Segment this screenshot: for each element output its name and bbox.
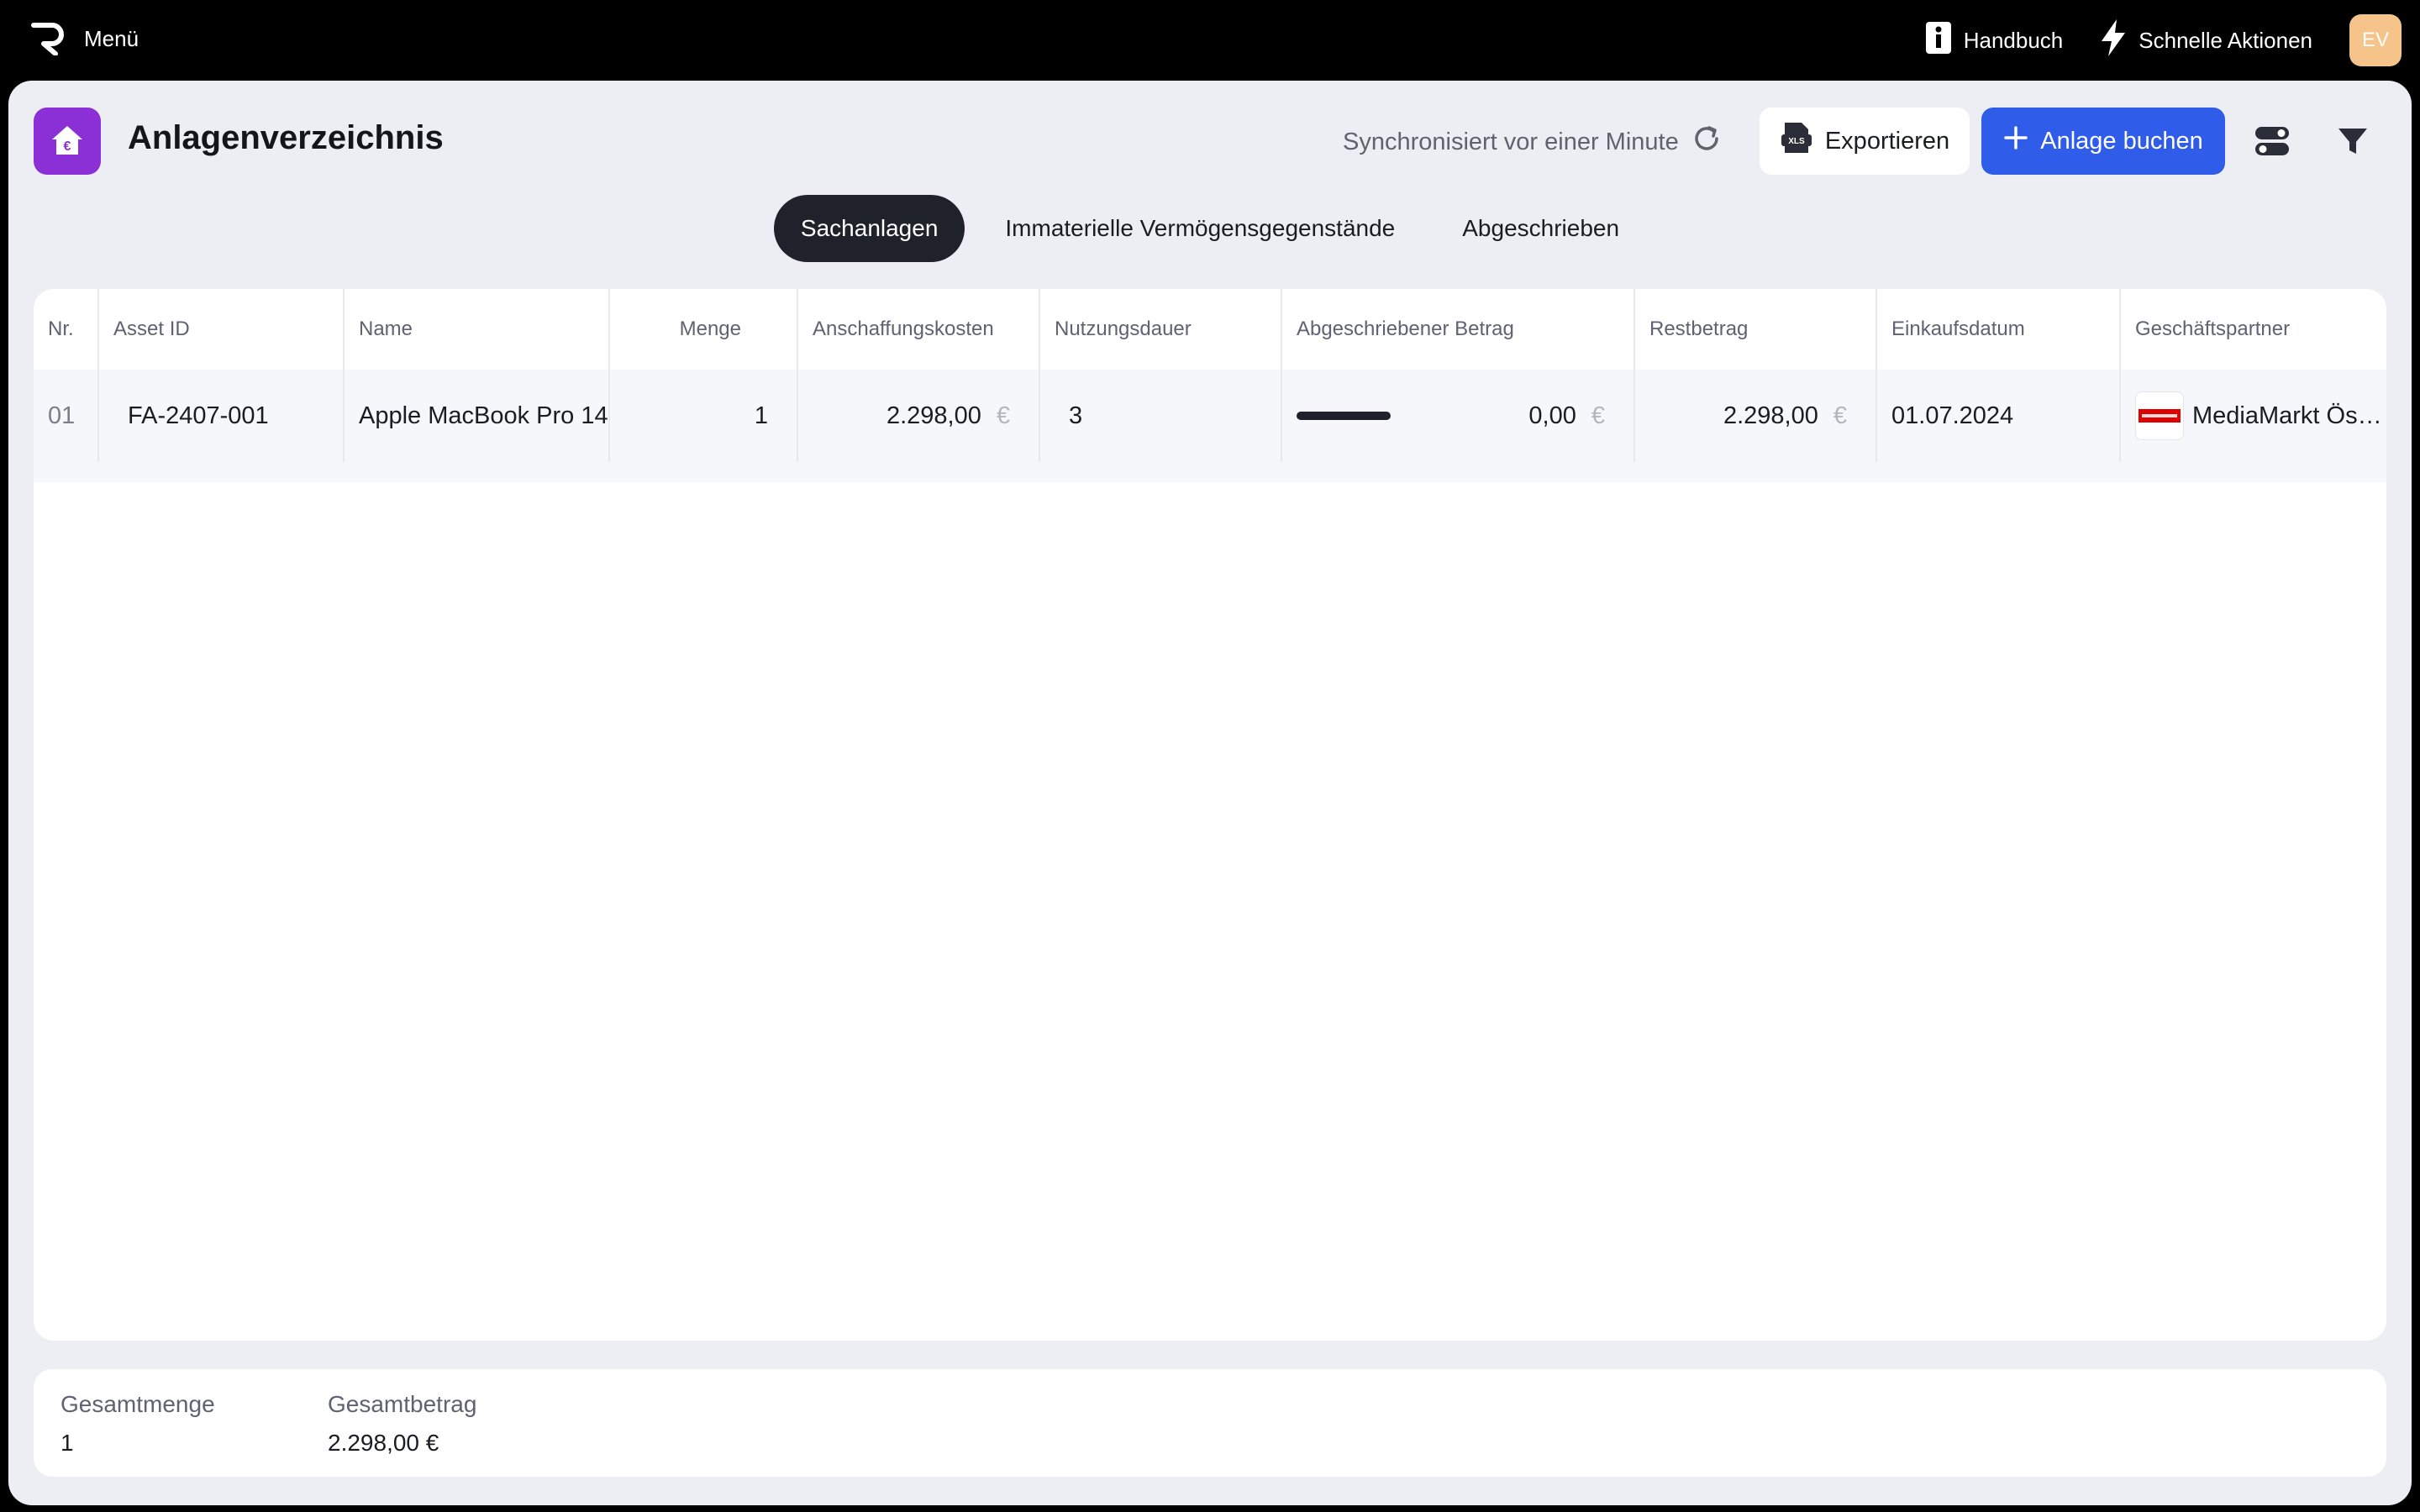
svg-text:€: € <box>64 139 71 154</box>
column-header[interactable]: Geschäftspartner <box>2121 289 2386 370</box>
funnel-icon[interactable] <box>2326 114 2380 168</box>
toggle-icon[interactable] <box>2245 114 2299 168</box>
plus-icon <box>2003 125 2028 157</box>
column-header[interactable]: Menge <box>610 289 798 370</box>
column-header[interactable]: Restbetrag <box>1635 289 1877 370</box>
quick-actions-label: Schnelle Aktionen <box>2139 27 2312 53</box>
menu-label: Menü <box>84 26 139 51</box>
tab-sachanlagen[interactable]: Sachanlagen <box>773 195 965 262</box>
asset-name: Apple MacBook Pro 14" <box>345 370 610 462</box>
purchase-date: 01.07.2024 <box>1877 370 2121 462</box>
export-button[interactable]: XLS Exportieren <box>1760 108 1970 175</box>
sync-status[interactable]: Synchronisiert vor einer Minute <box>1343 123 1723 161</box>
column-header[interactable]: Asset ID <box>99 289 345 370</box>
xls-badge: XLS <box>1788 137 1805 146</box>
house-euro-icon: € <box>34 108 101 175</box>
page-title: Anlagenverzeichnis <box>128 119 444 156</box>
book-asset-button[interactable]: Anlage buchen <box>1981 108 2225 175</box>
book-asset-label: Anlage buchen <box>2040 127 2203 155</box>
tab-immaterielle[interactable]: Immaterielle Vermögensgegenstände <box>978 195 1422 262</box>
column-header[interactable]: Einkaufsdatum <box>1877 289 2121 370</box>
totals-footer: Gesamtmenge 1 Gesamtbetrag 2.298,00 € <box>34 1369 2386 1477</box>
total-quantity-label: Gesamtmenge <box>60 1391 215 1417</box>
refresh-icon[interactable] <box>1691 123 1723 161</box>
total-amount-value: 2.298,00 € <box>328 1430 439 1456</box>
handbook-label: Handbuch <box>1963 27 2064 53</box>
depreciation-progress-bar <box>1297 412 1391 420</box>
quantity: 1 <box>610 370 798 462</box>
export-label: Exportieren <box>1824 127 1950 155</box>
total-amount-label: Gesamtbetrag <box>328 1391 477 1417</box>
info-book-icon <box>1925 21 1952 60</box>
total-amount: Gesamtbetrag 2.298,00 € <box>328 1391 476 1457</box>
row-number: 01 <box>34 370 99 462</box>
currency-symbol: € <box>1591 402 1605 429</box>
tab-abgeschrieben[interactable]: Abgeschrieben <box>1435 195 1646 262</box>
asset-id: FA-2407-001 <box>99 370 345 462</box>
quick-actions-button[interactable]: Schnelle Aktionen <box>2100 18 2312 62</box>
depreciated-amount: 0,00 € <box>1282 370 1635 462</box>
top-bar: Menü Handbuch Schnelle Aktionen EV <box>0 0 2420 81</box>
r-logo-icon <box>29 18 66 60</box>
sync-status-text: Synchronisiert vor einer Minute <box>1343 128 1679 155</box>
total-quantity-value: 1 <box>60 1430 74 1456</box>
business-partner-name: MediaMarkt Österreich <box>2192 402 2386 429</box>
acquisition-cost: 2.298,00 € <box>798 370 1040 462</box>
business-partner[interactable]: MediaMarkt Österreich <box>2121 370 2386 462</box>
column-header[interactable]: Name <box>345 289 610 370</box>
column-header[interactable]: Abgeschriebener Betrag <box>1282 289 1635 370</box>
column-header[interactable]: Anschaffungskosten <box>798 289 1040 370</box>
tab-bar: Sachanlagen Immaterielle Vermögensgegens… <box>8 195 2412 262</box>
asset-table: Nr. Asset ID Name Menge Anschaffungskost… <box>34 289 2386 1341</box>
table-header: Nr. Asset ID Name Menge Anschaffungskost… <box>34 289 2386 370</box>
depreciated-value: 0,00 <box>1528 402 1576 429</box>
xls-file-icon: XLS <box>1780 121 1813 161</box>
residual-amount: 2.298,00 € <box>1635 370 1877 462</box>
main-panel: € Anlagenverzeichnis Synchronisiert vor … <box>8 81 2412 1505</box>
residual-value: 2.298,00 <box>1723 402 1818 429</box>
mediamarkt-logo-icon <box>2135 391 2184 440</box>
handbook-button[interactable]: Handbuch <box>1925 21 2064 60</box>
acquisition-cost-value: 2.298,00 <box>886 402 981 429</box>
user-avatar[interactable]: EV <box>2349 14 2402 66</box>
column-header[interactable]: Nr. <box>34 289 99 370</box>
lightning-icon <box>2100 18 2127 62</box>
menu-button[interactable]: Menü <box>29 18 139 60</box>
currency-symbol: € <box>996 402 1010 429</box>
useful-life: 3 <box>1040 370 1282 462</box>
table-row[interactable]: 01 FA-2407-001 Apple MacBook Pro 14" 1 2… <box>34 370 2386 482</box>
column-header[interactable]: Nutzungsdauer <box>1040 289 1282 370</box>
total-quantity: Gesamtmenge 1 <box>60 1391 215 1457</box>
currency-symbol: € <box>1833 402 1847 429</box>
